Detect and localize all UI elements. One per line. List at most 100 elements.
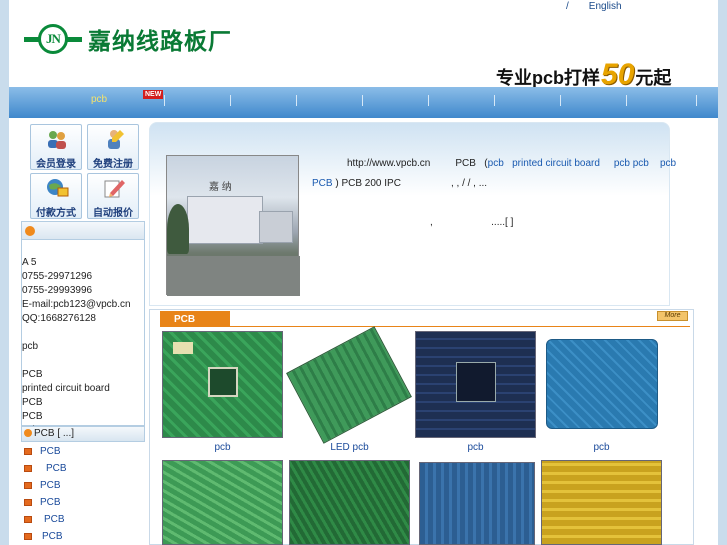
category-label: PCB [40, 480, 61, 491]
contact-info-box: A 5 0755-29971296 0755-29993996 E-mail:p… [21, 221, 145, 436]
lang-english-link[interactable]: English [589, 1, 622, 12]
bullet-icon [25, 226, 35, 236]
users-icon [45, 128, 69, 150]
intro-more-link[interactable]: .....[ ] [491, 217, 513, 228]
intro-text: ) PCB 200 IPC [335, 178, 401, 189]
contact-line: pcb [22, 341, 39, 352]
category-label: PCB [40, 446, 61, 457]
pcb-board-image [541, 460, 662, 545]
folder-icon [24, 516, 32, 523]
contact-text: A 5 0755-29971296 0755-29993996 E-mail:p… [22, 240, 144, 438]
nav-separator [626, 95, 627, 106]
products-heading: PCB [160, 311, 230, 327]
bullet-icon [24, 429, 32, 438]
payment-method-button[interactable]: 付款方式 [30, 173, 82, 219]
category-item[interactable]: PCB [21, 443, 145, 460]
auto-quote-label: 自动报价 [93, 208, 133, 219]
category-item[interactable]: PCB [21, 528, 145, 545]
contact-line: printed circuit board [22, 383, 110, 394]
product-card[interactable] [162, 331, 283, 438]
pcb-board-image [415, 331, 536, 438]
contact-box-header [22, 222, 144, 240]
intro-pcb: PCB [455, 158, 476, 169]
pcb-board-image [286, 326, 412, 444]
product-card[interactable] [289, 460, 410, 545]
products-heading-rule [230, 326, 690, 327]
pcb-board-image [419, 462, 535, 545]
site-logo[interactable]: JN 嘉纳线路板厂 [24, 22, 232, 56]
nav-separator [494, 95, 495, 106]
logo-title: 嘉纳线路板厂 [88, 29, 232, 54]
category-header[interactable]: PCB [ ...] [21, 426, 145, 442]
contact-line: E-mail:pcb123@vpcb.cn [22, 299, 131, 310]
folder-icon [24, 499, 32, 506]
nav-separator [362, 95, 363, 106]
member-login-button[interactable]: 会员登录 [30, 124, 82, 170]
contact-line: PCB [22, 397, 43, 408]
intro-url: http://www.vpcb.cn [347, 158, 431, 169]
folder-icon [24, 465, 32, 472]
auto-quote-button[interactable]: 自动报价 [87, 173, 139, 219]
new-badge: NEW [143, 90, 164, 99]
pcb-board-image [162, 460, 283, 545]
product-caption[interactable]: pcb [415, 442, 536, 453]
folder-icon [24, 533, 32, 540]
free-register-label: 免费注册 [93, 159, 133, 170]
product-caption[interactable]: LED pcb [289, 442, 410, 453]
lang-separator: / [566, 1, 569, 12]
product-card[interactable] [541, 460, 662, 545]
nav-separator [428, 95, 429, 106]
nav-separator [296, 95, 297, 106]
factory-photo: 嘉 纳 [166, 155, 300, 296]
folder-icon [24, 448, 32, 455]
intro-link-pcb-2[interactable]: pcb [660, 158, 676, 169]
nav-separator [164, 95, 165, 106]
member-login-label: 会员登录 [36, 159, 76, 170]
more-button[interactable]: More [657, 311, 688, 321]
product-card[interactable] [286, 326, 412, 444]
language-switcher: / English [566, 1, 622, 12]
product-card[interactable] [415, 460, 535, 545]
product-card[interactable] [541, 331, 661, 437]
category-label: PCB [42, 531, 63, 542]
pcb-board-image [162, 331, 283, 438]
product-card[interactable] [415, 331, 536, 438]
contact-line [22, 354, 144, 368]
pcb-board-image [289, 460, 410, 545]
nav-item-pcb[interactable]: pcb [91, 94, 107, 105]
category-item[interactable]: PCB [21, 460, 145, 477]
product-caption[interactable]: pcb [162, 442, 283, 453]
category-item[interactable]: PCB [21, 477, 145, 494]
free-register-button[interactable]: 免费注册 [87, 124, 139, 170]
pen-quote-icon [102, 177, 126, 199]
contact-line: A 5 [22, 257, 37, 268]
category-item[interactable]: PCB [21, 494, 145, 511]
product-caption[interactable]: pcb [541, 442, 662, 453]
main-nav: pcb [9, 87, 718, 118]
intro-link-pcb[interactable]: pcb [488, 158, 504, 169]
nav-separator [560, 95, 561, 106]
intro-link-pcb-3[interactable]: PCB [312, 178, 333, 189]
intro-link-pcb-pcb[interactable]: pcb pcb [614, 158, 649, 169]
intro-line-1: http://www.vpcb.cn PCB (pcb printed circ… [347, 158, 676, 169]
contact-line: QQ:1668276128 [22, 313, 96, 324]
intro-punct: , , / / , ... [450, 178, 488, 189]
category-list: PCB PCB PCB PCB PCB PCB [21, 443, 145, 545]
nav-separator [696, 95, 697, 106]
category-label: PCB [40, 497, 61, 508]
payment-method-label: 付款方式 [36, 208, 76, 219]
register-person-icon [102, 128, 126, 150]
pcb-board-image [546, 339, 658, 429]
intro-line-2: PCB ) PCB 200 IPC , , / / , ... [312, 178, 487, 189]
category-item[interactable]: PCB [21, 511, 145, 528]
contact-line [22, 326, 144, 340]
folder-icon [24, 482, 32, 489]
product-card[interactable] [162, 460, 283, 545]
intro-line-3: , .....[ ] [430, 217, 513, 228]
contact-line: 0755-29993996 [22, 285, 93, 296]
intro-comma: , [430, 217, 433, 228]
logo-badge-text: JN [38, 24, 68, 54]
intro-link-pcb-full[interactable]: printed circuit board [512, 158, 600, 169]
nav-separator [230, 95, 231, 106]
contact-line: PCB [22, 369, 43, 380]
